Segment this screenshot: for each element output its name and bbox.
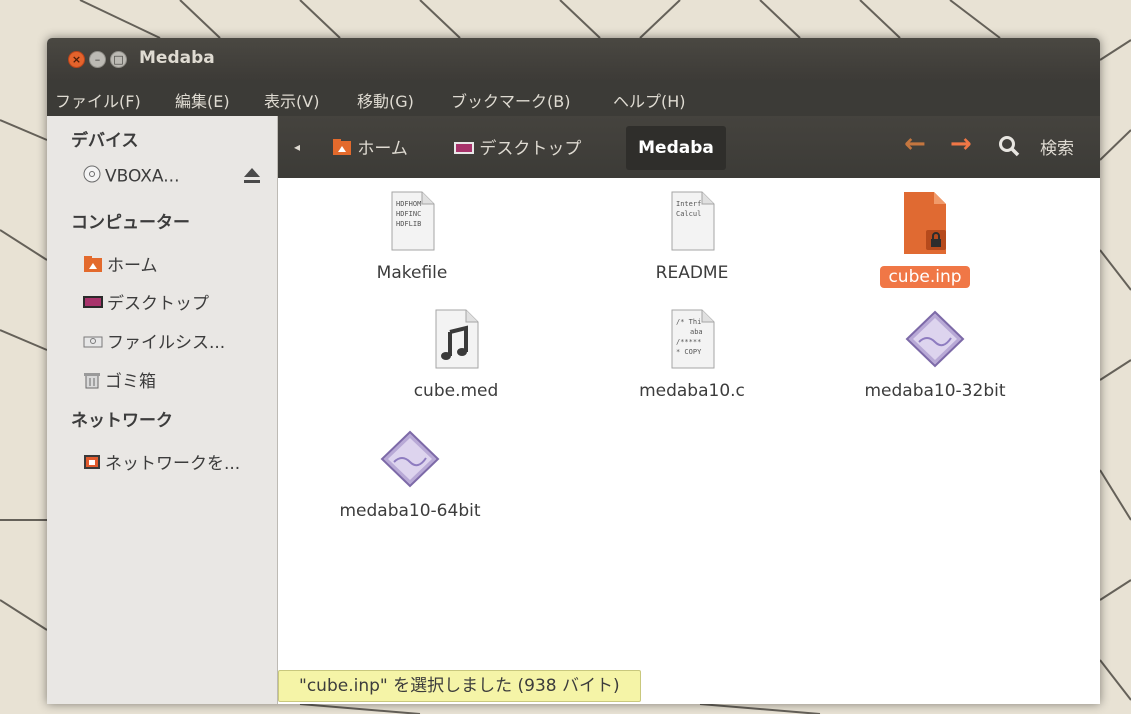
c-source-file-icon: /* Thi aba /***** * COPY	[602, 308, 782, 374]
preview-line: HDFINC	[396, 210, 421, 218]
sidebar-item-filesystem[interactable]: ファイルシス...	[83, 328, 225, 354]
sidebar-item-trash[interactable]: ゴミ箱	[83, 367, 156, 394]
text-file-icon: HDFHOM HDFINC HDFLIB	[322, 190, 502, 256]
file-item-readme[interactable]: Interf Calcul README	[602, 190, 782, 284]
menu-bookmarks[interactable]: ブックマーク(B)	[451, 88, 570, 112]
sidebar-item-label: VBOXA...	[105, 166, 180, 187]
file-name: cube.inp	[880, 266, 970, 288]
file-view: HDFHOM HDFINC HDFLIB Makefile Interf Cal…	[278, 178, 1100, 704]
preview-line: HDFHOM	[396, 200, 421, 208]
menu-edit[interactable]: 編集(E)	[175, 88, 230, 112]
file-item-medaba10-32bit[interactable]: medaba10-32bit	[845, 308, 1025, 402]
menu-file[interactable]: ファイル(F)	[55, 88, 141, 112]
menubar: ファイル(F) 編集(E) 表示(V) 移動(G) ブックマーク(B) ヘルプ(…	[47, 80, 1100, 116]
preview-line: /* Thi	[676, 318, 701, 326]
file-name: Makefile	[376, 263, 448, 283]
close-window-button[interactable]: ×	[68, 51, 85, 68]
file-item-medaba10-64bit[interactable]: medaba10-64bit	[320, 428, 500, 522]
sidebar-item-label: デスクトップ	[107, 294, 209, 314]
scroll-left-icon[interactable]: ◂	[294, 140, 300, 154]
home-folder-icon	[83, 255, 103, 278]
network-icon	[83, 453, 101, 476]
file-item-medaba10-c[interactable]: /* Thi aba /***** * COPY medaba10.c	[602, 308, 782, 402]
location-toolbar: ◂ ホーム デスクトップ Medaba ← → 検索	[278, 116, 1100, 178]
menu-go[interactable]: 移動(G)	[357, 88, 414, 112]
sidebar-item-desktop[interactable]: デスクトップ	[83, 289, 209, 314]
breadcrumb-desktop[interactable]: デスクトップ	[454, 134, 581, 160]
minimize-window-button[interactable]: –	[89, 51, 106, 68]
breadcrumb-current[interactable]: Medaba	[626, 126, 726, 170]
executable-icon	[845, 308, 1025, 374]
file-name: cube.med	[413, 381, 499, 401]
file-item-cube-inp[interactable]: cube.inp	[835, 190, 1015, 288]
sidebar-heading-computer: コンピューター	[71, 213, 190, 233]
file-name: README	[655, 263, 729, 283]
sidebar-item-label: ネットワークを...	[105, 454, 241, 474]
sidebar-item-label: ホーム	[107, 256, 158, 276]
drive-icon	[83, 333, 103, 354]
breadcrumb-home[interactable]: ホーム	[332, 134, 408, 161]
preview-line: Interf	[676, 200, 701, 208]
audio-file-icon	[366, 308, 546, 374]
search-icon[interactable]	[998, 135, 1020, 161]
executable-icon	[320, 428, 500, 494]
sidebar-item-label: ファイルシス...	[107, 333, 226, 353]
titlebar: × – □ Medaba	[47, 38, 1100, 80]
status-tooltip: "cube.inp" を選択しました (938 バイト)	[278, 670, 641, 702]
menu-help[interactable]: ヘルプ(H)	[613, 88, 686, 112]
menu-view[interactable]: 表示(V)	[264, 88, 319, 112]
disc-icon	[83, 165, 101, 188]
preview-line: * COPY	[676, 348, 702, 356]
sidebar-heading-devices: デバイス	[71, 131, 139, 151]
file-name: medaba10.c	[639, 381, 745, 401]
desktop-icon	[454, 140, 474, 160]
preview-line: Calcul	[676, 210, 701, 218]
window-title: Medaba	[139, 48, 215, 68]
sidebar-item-home[interactable]: ホーム	[83, 251, 158, 278]
file-name: medaba10-64bit	[339, 501, 481, 521]
preview-line: /*****	[676, 338, 701, 346]
maximize-window-button[interactable]: □	[110, 51, 127, 68]
sidebar-item-network[interactable]: ネットワークを...	[83, 449, 240, 476]
file-item-makefile[interactable]: HDFHOM HDFINC HDFLIB Makefile	[322, 190, 502, 284]
file-manager-window: × – □ Medaba ファイル(F) 編集(E) 表示(V) 移動(G) ブ…	[47, 38, 1100, 704]
file-name: medaba10-32bit	[864, 381, 1006, 401]
breadcrumb-label: デスクトップ	[479, 139, 582, 159]
preview-line: aba	[690, 328, 703, 336]
home-folder-icon	[332, 138, 352, 161]
breadcrumb-label: ホーム	[357, 139, 408, 159]
eject-icon[interactable]	[242, 166, 262, 190]
file-item-cube-med[interactable]: cube.med	[366, 308, 546, 402]
sidebar-heading-network: ネットワーク	[71, 411, 173, 431]
forward-arrow-icon[interactable]: →	[950, 129, 972, 159]
sidebar-item-label: ゴミ箱	[105, 372, 156, 392]
sidebar-item-vboxa[interactable]: VBOXA...	[83, 165, 179, 188]
text-file-icon: Interf Calcul	[602, 190, 782, 256]
back-arrow-icon[interactable]: ←	[904, 129, 926, 159]
sidebar: デバイス VBOXA... コンピューター ホーム デスクトップ ファイルシス.…	[47, 116, 278, 704]
trash-icon	[83, 371, 101, 394]
search-button[interactable]: 検索	[1040, 134, 1074, 159]
desktop-icon	[83, 294, 103, 314]
preview-line: HDFLIB	[396, 220, 421, 228]
locked-file-icon	[835, 190, 1015, 260]
